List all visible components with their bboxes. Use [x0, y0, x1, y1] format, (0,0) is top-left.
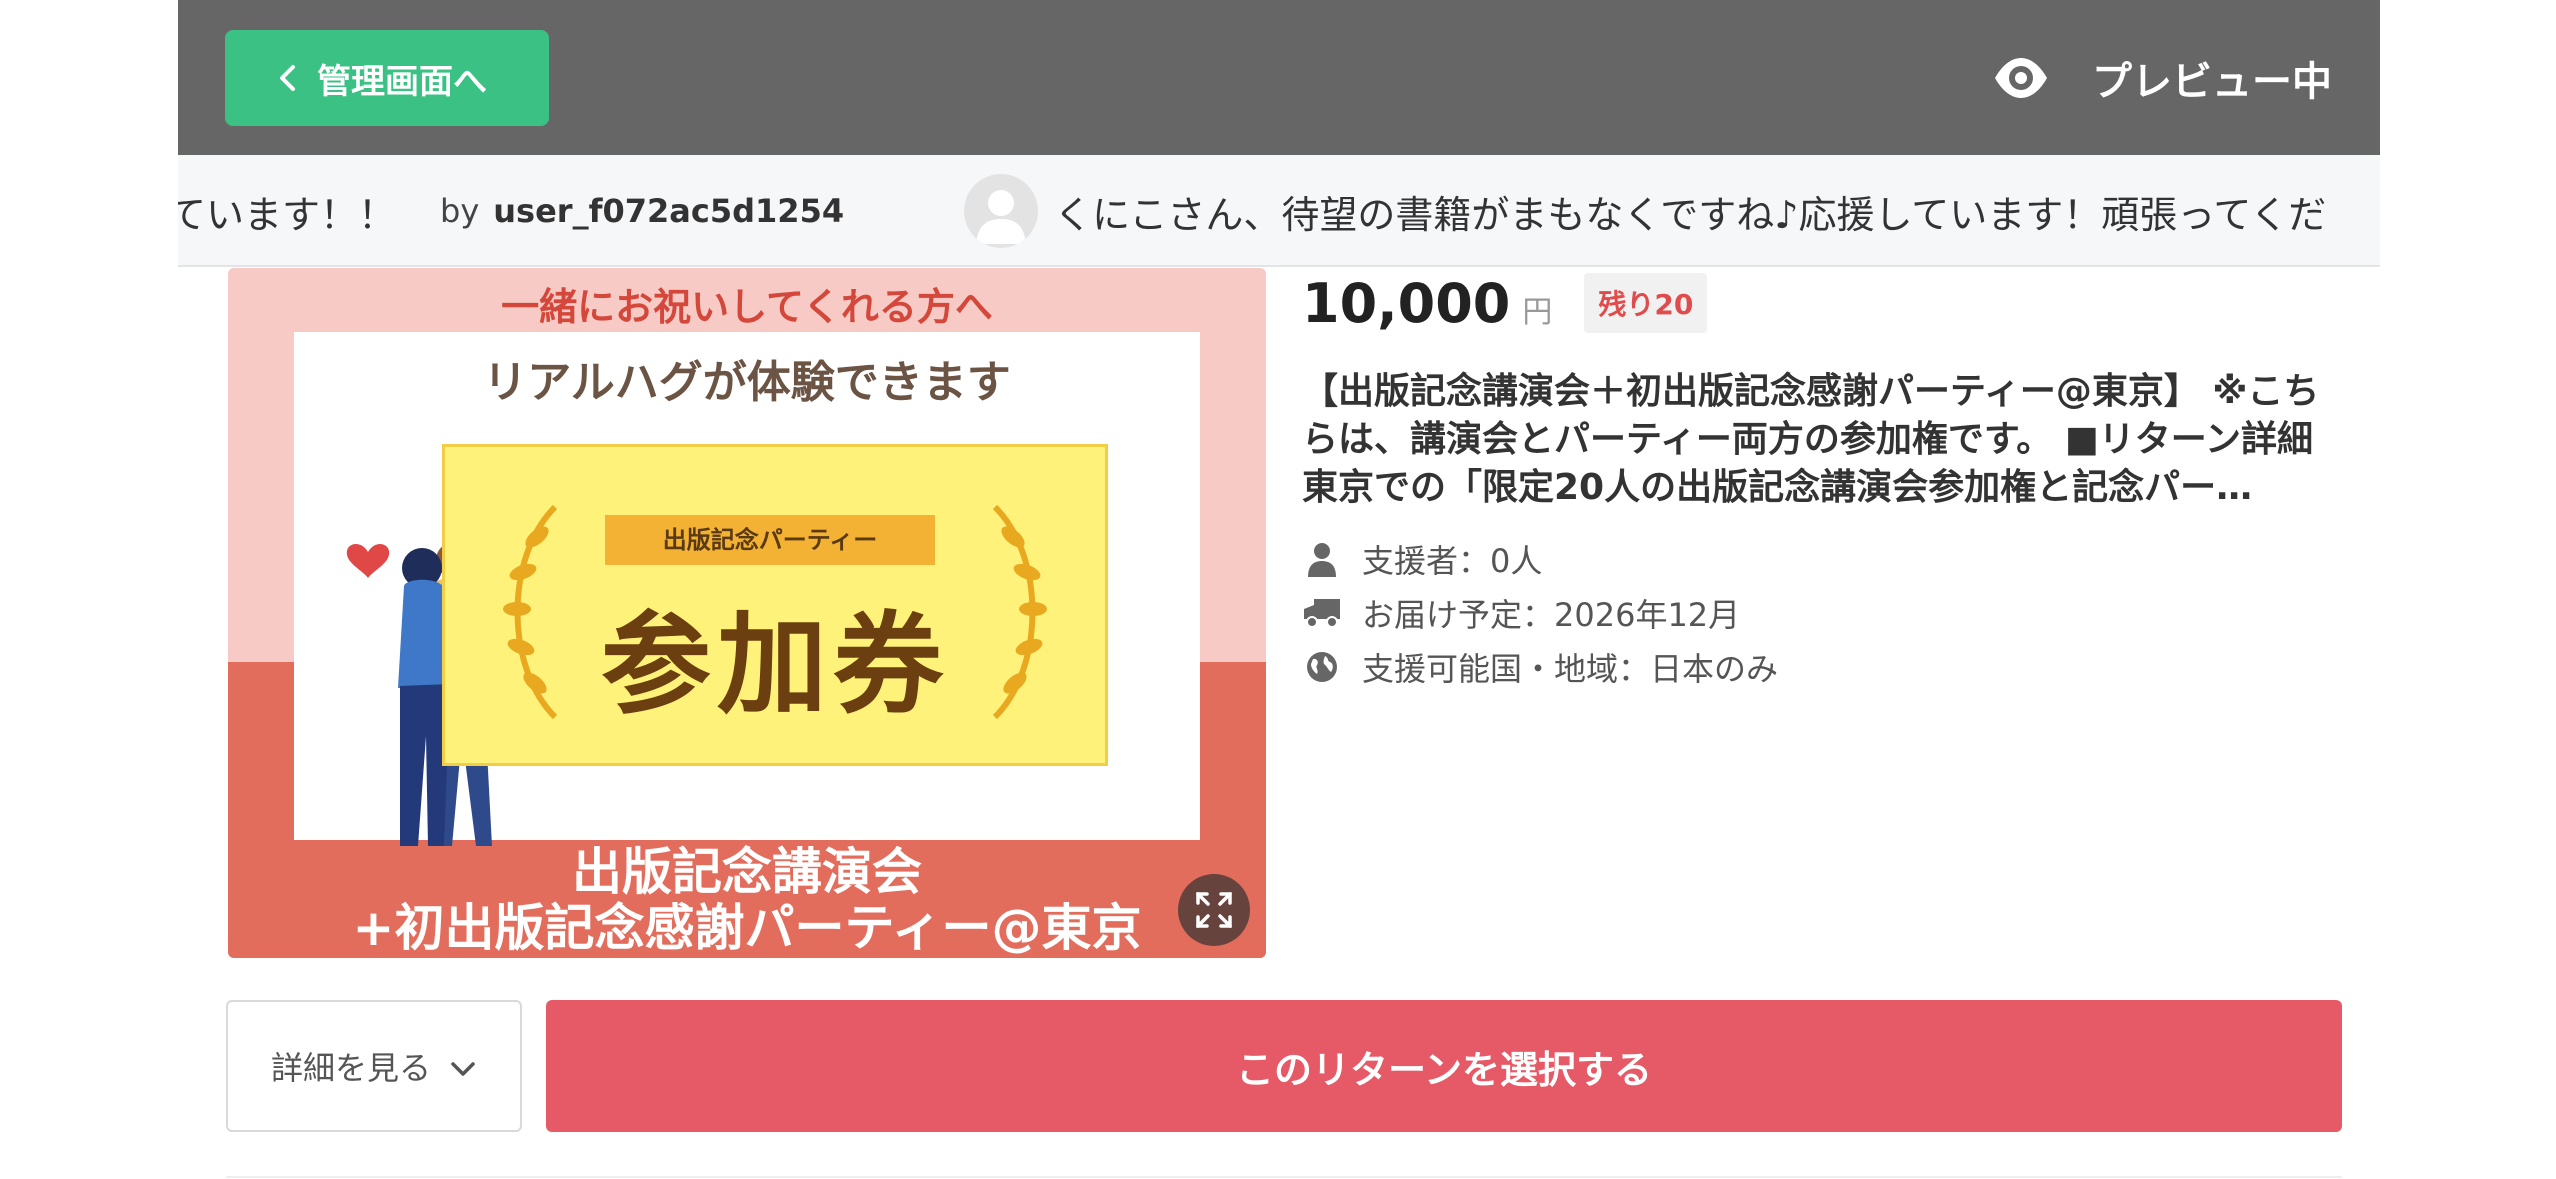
- price-row: 10,000 円 残り20: [1302, 268, 2342, 338]
- see-details-label: 詳細を見る: [270, 1049, 431, 1087]
- reward-info: 10,000 円 残り20 【出版記念講演会＋初出版記念感謝パーティー@東京】 …: [1302, 268, 2342, 694]
- image-bottom-text: 出版記念講演会 +初出版記念感謝パーティー@東京: [228, 844, 1266, 956]
- region-row: 支援可能国・地域：日本のみ: [1302, 640, 2342, 694]
- supporters-row: 支援者：0人: [1302, 532, 2342, 586]
- chevron-left-icon: [280, 65, 295, 91]
- comment-text: くにこさん、待望の書籍がまもなくですね♪応援しています！頑張ってくだ: [1054, 192, 2327, 237]
- supporter-comment-ticker: ています！！ by user_f072ac5d1254 くにこさん、待望の書籍が…: [178, 155, 2380, 267]
- preview-indicator: プレビュー中: [1992, 30, 2332, 126]
- top-bar: 管理画面へ プレビュー中: [178, 0, 2380, 155]
- supporters-count: 支援者：0人: [1362, 542, 1543, 580]
- return-image[interactable]: 一緒にお祝いしてくれる方へ リアルハグが体験できます 出版記念パーティー 参加券…: [228, 268, 1266, 958]
- ticket-ribbon: 出版記念パーティー: [605, 515, 935, 565]
- avatar: [964, 174, 1039, 248]
- chevron-down-icon: [451, 1062, 475, 1076]
- back-button-label: 管理画面へ: [317, 61, 487, 102]
- preview-label: プレビュー中: [2092, 59, 2332, 105]
- image-top-text: 一緒にお祝いしてくれる方へ: [501, 285, 993, 329]
- comment-by-label: by: [440, 192, 480, 230]
- select-reward-button[interactable]: このリターンを選択する: [546, 1000, 2342, 1132]
- delivery-date: お届け予定：2026年12月: [1362, 596, 1741, 634]
- reward-description: 【出版記念講演会＋初出版記念感謝パーティー@東京】 ※こちらは、講演会とパーティ…: [1302, 371, 2320, 508]
- expand-image-button[interactable]: [1178, 874, 1250, 946]
- party-ticket: 出版記念パーティー 参加券: [442, 444, 1108, 766]
- back-to-admin-button[interactable]: 管理画面へ: [225, 30, 549, 126]
- comment-text: ています！！: [178, 192, 397, 237]
- currency-label: 円: [1522, 295, 1553, 330]
- person-icon: [1302, 539, 1342, 579]
- return-preview-frame: 管理画面へ プレビュー中 ています！！ by user_f072ac5d1254…: [178, 0, 2380, 1179]
- reward-price: 10,000: [1302, 271, 1511, 335]
- ticker-track: ています！！ by user_f072ac5d1254 くにこさん、待望の書籍が…: [178, 155, 2327, 265]
- region-availability: 支援可能国・地域：日本のみ: [1362, 650, 1779, 688]
- see-details-button[interactable]: 詳細を見る: [226, 1000, 522, 1132]
- select-reward-label: このリターンを選択する: [1235, 1047, 1653, 1092]
- image-bottom-line-2: +初出版記念感謝パーティー@東京: [352, 899, 1142, 957]
- expand-icon: [1196, 892, 1232, 928]
- image-inner-card: リアルハグが体験できます 出版記念パーティー 参加券: [294, 332, 1200, 846]
- user-silhouette-icon: [976, 190, 1027, 244]
- divider: [226, 1176, 2342, 1178]
- image-inner-title: リアルハグが体験できます: [483, 357, 1011, 408]
- comment-username: user_f072ac5d1254: [493, 192, 845, 230]
- eye-icon: [1995, 58, 2047, 98]
- globe-icon: [1302, 647, 1342, 687]
- ticket-main-text: 参加券: [601, 601, 949, 729]
- reward-meta: 支援者：0人 お届け予定：2026年12月 支援可能国・地域：日本のみ: [1302, 532, 2342, 694]
- remaining-badge: 残り20: [1584, 273, 1708, 333]
- image-bottom-line-1: 出版記念講演会: [572, 843, 922, 901]
- delivery-row: お届け予定：2026年12月: [1302, 586, 2342, 640]
- truck-icon: [1302, 593, 1342, 633]
